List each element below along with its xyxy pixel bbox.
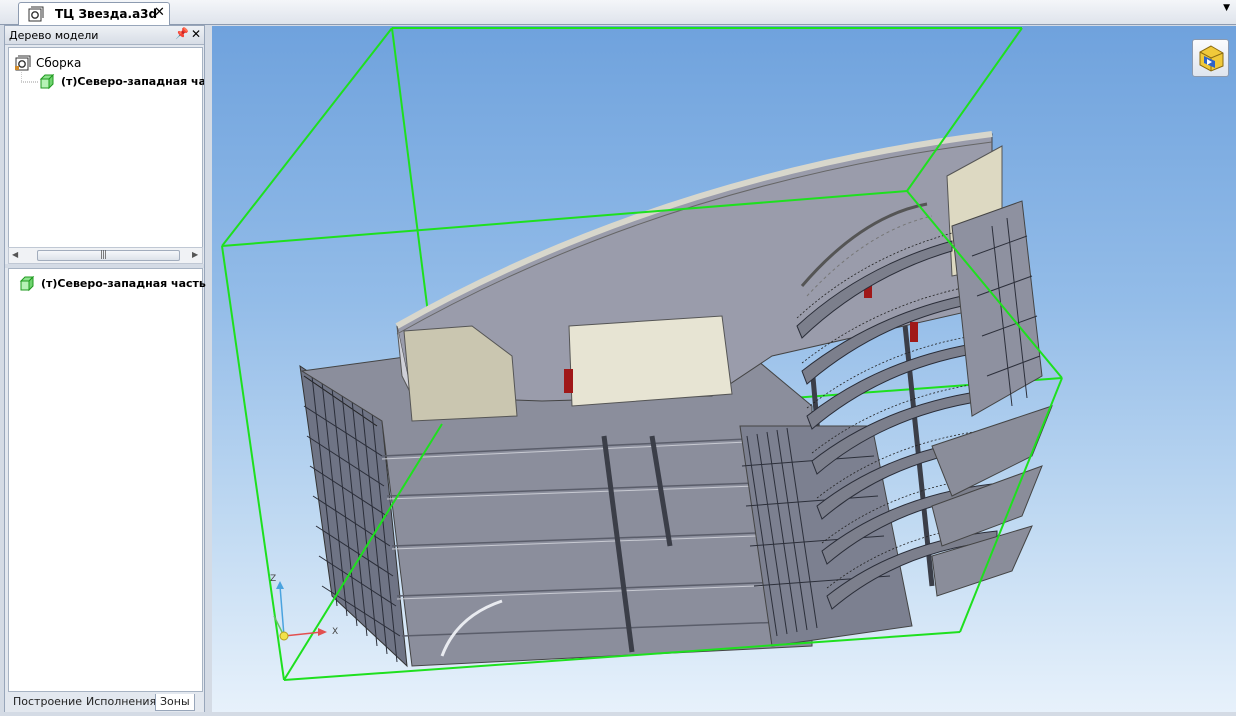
tree-item-label: Сборка <box>36 56 82 70</box>
document-tab-bar: ТЦ Звезда.a3d ✕ ▼ <box>0 0 1236 25</box>
tab-scroll-icon[interactable]: ▼ <box>1223 3 1230 13</box>
part-cube-icon <box>39 73 55 91</box>
part-cube-icon <box>19 275 35 295</box>
zone-item-label: (т)Северо-западная часть <box>41 277 206 290</box>
door <box>910 322 918 342</box>
model-tree-lower: (т)Северо-западная часть <box>8 268 206 692</box>
panel-bottom-tabs: Построение Исполнения Зоны <box>5 692 204 712</box>
grip-icon: ||| <box>100 250 107 260</box>
axis-triad <box>273 581 327 641</box>
scroll-left-icon[interactable]: ◀ <box>12 250 18 259</box>
3d-viewport[interactable]: X Z <box>212 26 1236 712</box>
orientation-cube-icon <box>1198 44 1225 75</box>
tree-item-child[interactable]: (т)Северо-западная часть <box>37 73 204 91</box>
door <box>564 369 573 393</box>
tree-item-label: (т)Северо-западная часть <box>61 75 204 88</box>
axis-z-label: Z <box>270 574 277 584</box>
pin-icon[interactable]: 📌 <box>175 27 189 40</box>
building-model <box>221 27 1063 681</box>
panel-title: Дерево модели <box>9 29 99 42</box>
document-tab-title: ТЦ Звезда.a3d <box>55 7 158 21</box>
close-panel-icon[interactable]: ✕ <box>191 27 201 41</box>
assembly-icon <box>28 6 44 22</box>
panel-header: Дерево модели 📌 ✕ <box>5 26 204 45</box>
scrollbar-thumb[interactable]: ||| <box>37 250 180 261</box>
close-tab-icon[interactable]: ✕ <box>154 5 165 20</box>
tab-zones[interactable]: Зоны <box>155 694 195 711</box>
axis-x-label: X <box>332 627 339 637</box>
horizontal-scrollbar[interactable]: ◀ ||| ▶ <box>8 247 203 264</box>
zone-item[interactable]: (т)Северо-западная часть <box>17 275 206 295</box>
model-tree-panel: Дерево модели 📌 ✕ Сборка (т)Северо-запад… <box>4 25 206 713</box>
tab-construction[interactable]: Построение <box>9 694 86 711</box>
orientation-button[interactable] <box>1192 39 1229 77</box>
model-tree-upper: Сборка (т)Северо-западная часть <box>8 47 204 269</box>
tab-versions[interactable]: Исполнения <box>82 694 160 711</box>
document-tab[interactable]: ТЦ Звезда.a3d ✕ <box>18 2 170 25</box>
scroll-right-icon[interactable]: ▶ <box>192 250 198 259</box>
status-bar <box>0 712 1236 716</box>
